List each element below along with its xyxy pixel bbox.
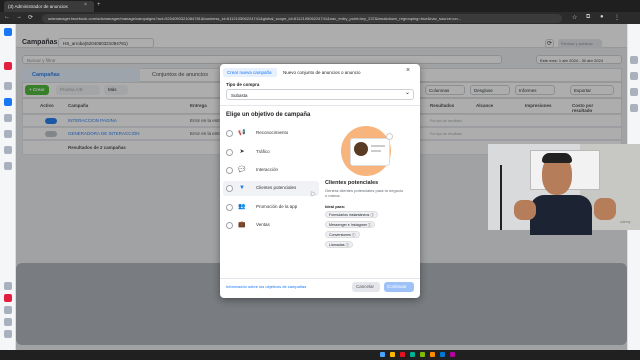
option-label: Reconocimiento <box>256 130 289 135</box>
chart-icon[interactable] <box>630 72 638 80</box>
option-label: Clientes potenciales <box>256 185 297 190</box>
star-icon[interactable]: ☆ <box>572 14 577 21</box>
ideal-pill: Llamadas ⓘ <box>325 241 354 248</box>
presenter-body <box>530 195 592 235</box>
option-label: Tráfico <box>256 149 270 154</box>
buy-type-select[interactable]: Subasta <box>226 89 414 100</box>
extensions-icon[interactable]: ⧉ <box>586 14 590 21</box>
account-avatar[interactable] <box>4 62 12 70</box>
option-label: Promoción de la app <box>256 204 298 209</box>
megaphone-icon: 📢 <box>238 130 246 136</box>
option-label: Interacción <box>256 167 279 172</box>
divider <box>220 105 420 106</box>
mouse-cursor-icon: ➤ <box>310 191 316 198</box>
campaigns-icon[interactable] <box>4 98 12 106</box>
illustration-avatar <box>354 142 368 156</box>
taskbar-app-icon[interactable] <box>430 352 435 357</box>
briefcase-icon: 💼 <box>238 222 246 228</box>
radio-traffic[interactable] <box>226 149 233 156</box>
tab-new-adset[interactable]: Nuevo conjunto de anuncios o anuncio <box>283 68 361 77</box>
search-icon[interactable] <box>4 306 12 314</box>
menu-icon[interactable]: ⋮ <box>614 14 620 21</box>
apps-icon[interactable] <box>4 162 12 170</box>
tab-title: (3) Administrador de anuncios <box>8 4 68 9</box>
edit-icon[interactable] <box>630 56 638 64</box>
browser-tab-bar <box>0 0 640 12</box>
people-icon: 👥 <box>238 204 246 210</box>
code-icon[interactable] <box>630 104 638 112</box>
radio-app[interactable] <box>226 204 233 211</box>
profile-icon[interactable]: ● <box>600 14 604 20</box>
taskbar-app-icon[interactable] <box>380 352 385 357</box>
help-icon[interactable] <box>4 318 12 326</box>
tab-new-campaign[interactable]: Crear nueva campaña <box>223 68 277 77</box>
billing-icon[interactable] <box>4 146 12 154</box>
chevron-down-icon: ⌄ <box>405 90 411 96</box>
option-label: Ventas <box>256 222 270 227</box>
meta-logo-icon[interactable] <box>4 28 12 36</box>
presenter-hand <box>594 198 616 220</box>
forward-icon[interactable]: → <box>16 14 22 20</box>
taskbar-app-icon[interactable] <box>450 352 455 357</box>
objective-title: Clientes potenciales <box>325 180 379 186</box>
taskbar-app-icon[interactable] <box>400 352 405 357</box>
reload-icon[interactable]: ⟳ <box>28 14 33 21</box>
buy-type-label: Tipo de compra <box>226 82 260 87</box>
home-icon[interactable] <box>4 82 12 90</box>
left-nav <box>0 24 16 360</box>
os-taskbar <box>0 350 640 360</box>
ideal-for-label: Ideal para: <box>325 204 346 209</box>
objective-description: Genera clientes potenciales para tu nego… <box>325 188 404 198</box>
divider <box>220 278 420 279</box>
radio-engagement[interactable] <box>226 167 233 174</box>
ideal-pill: Conversiones ⓘ <box>325 231 360 238</box>
presenter-hand <box>514 200 536 220</box>
illustration-badge <box>386 133 393 140</box>
browser-tab[interactable]: (3) Administrador de anuncios <box>4 1 94 12</box>
audiences-icon[interactable] <box>4 114 12 122</box>
radio-leads[interactable] <box>226 185 233 192</box>
ideal-pill: Messenger e Instagram ⓘ <box>325 221 376 228</box>
funnel-icon: ▼ <box>239 185 245 191</box>
illustration-line <box>371 145 385 147</box>
notifications-icon[interactable] <box>4 294 12 302</box>
close-icon[interactable]: × <box>406 67 410 74</box>
illustration-line <box>371 150 381 152</box>
tab-close-icon[interactable]: × <box>84 2 87 8</box>
taskbar-app-icon[interactable] <box>440 352 445 357</box>
taskbar-app-icon[interactable] <box>410 352 415 357</box>
objectives-info-link[interactable]: Información sobre los objetivos de campa… <box>226 284 306 289</box>
cursor-icon: ➤ <box>239 149 245 155</box>
new-tab-icon[interactable]: + <box>97 2 101 8</box>
radio-sales[interactable] <box>226 222 233 229</box>
continue-button[interactable]: Continuar <box>384 282 414 292</box>
url-input[interactable]: adsmanager.facebook.com/adsmanager/manag… <box>42 14 562 23</box>
webcam-tripod <box>500 165 502 230</box>
history-icon[interactable] <box>630 88 638 96</box>
ideal-pill: Formularios instantáneos ⓘ <box>325 211 378 218</box>
taskbar-app-icon[interactable] <box>420 352 425 357</box>
back-icon[interactable]: ← <box>4 14 10 20</box>
taskbar-app-icon[interactable] <box>390 352 395 357</box>
radio-awareness[interactable] <box>226 130 233 137</box>
cancel-button[interactable]: Cancelar <box>352 282 380 292</box>
udemy-watermark: udemy <box>620 220 631 224</box>
chat-icon: 💬 <box>238 167 246 173</box>
bug-icon[interactable] <box>4 330 12 338</box>
presenter-hair <box>542 153 572 163</box>
settings-icon[interactable] <box>4 282 12 290</box>
objective-heading: Elige un objetivo de campaña <box>226 112 311 118</box>
reports-icon[interactable] <box>4 130 12 138</box>
